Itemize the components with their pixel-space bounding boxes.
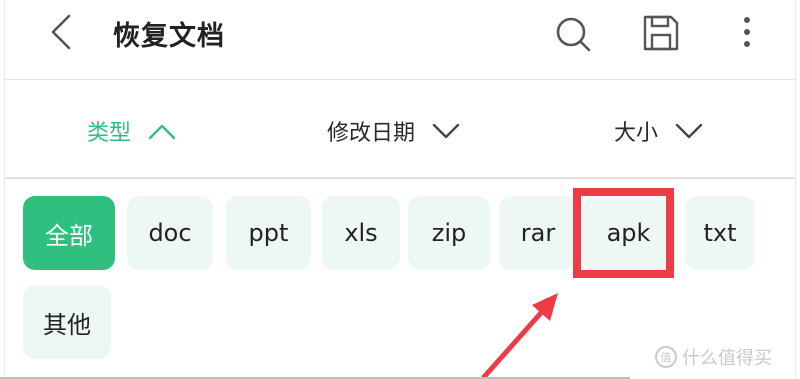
filter-chip-zip[interactable]: zip xyxy=(408,196,490,270)
svg-text:值: 值 xyxy=(661,351,672,364)
sort-by-size[interactable]: 大小 xyxy=(614,115,704,147)
sort-by-date[interactable]: 修改日期 xyxy=(327,115,461,147)
sort-type-label: 类型 xyxy=(87,121,132,146)
chevron-up-icon xyxy=(148,124,176,140)
sort-bar: 类型 修改日期 大小 xyxy=(5,81,795,179)
sort-date-label: 修改日期 xyxy=(327,121,416,146)
filter-chip-ppt[interactable]: ppt xyxy=(226,196,311,270)
annotation-arrow-icon xyxy=(481,293,558,379)
filter-chip-chip-0[interactable]: 全部 xyxy=(23,196,115,270)
save-button[interactable] xyxy=(639,11,683,55)
highlight-box xyxy=(573,188,674,278)
top-app-bar: 恢复文档 xyxy=(5,0,795,80)
search-button[interactable] xyxy=(551,12,595,56)
sort-by-type[interactable]: 类型 xyxy=(87,115,177,147)
app-frame: 恢复文档 类型 修改日期 大小 全部 doc ppt xls zip rar a… xyxy=(4,0,796,379)
back-button[interactable] xyxy=(43,12,83,52)
more-vertical-icon xyxy=(744,17,750,47)
chevron-down-icon xyxy=(432,123,460,139)
sort-size-label: 大小 xyxy=(614,121,659,146)
back-arrow-icon xyxy=(51,14,71,50)
smzdm-logo-icon: 值 xyxy=(655,346,677,368)
watermark: 值 什么值得买 xyxy=(654,344,772,370)
filter-chip-doc[interactable]: doc xyxy=(127,196,213,270)
filter-chip-chip-8[interactable]: 其他 xyxy=(23,285,111,359)
search-icon xyxy=(556,17,591,52)
save-icon xyxy=(643,15,679,51)
page-title: 恢复文档 xyxy=(113,21,225,52)
chevron-down-icon xyxy=(675,123,703,139)
more-options-button[interactable] xyxy=(732,12,762,56)
filter-chip-rar[interactable]: rar xyxy=(499,196,577,270)
watermark-text: 什么值得买 xyxy=(682,348,772,369)
filter-chip-txt[interactable]: txt xyxy=(685,196,755,270)
filter-chip-xls[interactable]: xls xyxy=(322,196,400,270)
